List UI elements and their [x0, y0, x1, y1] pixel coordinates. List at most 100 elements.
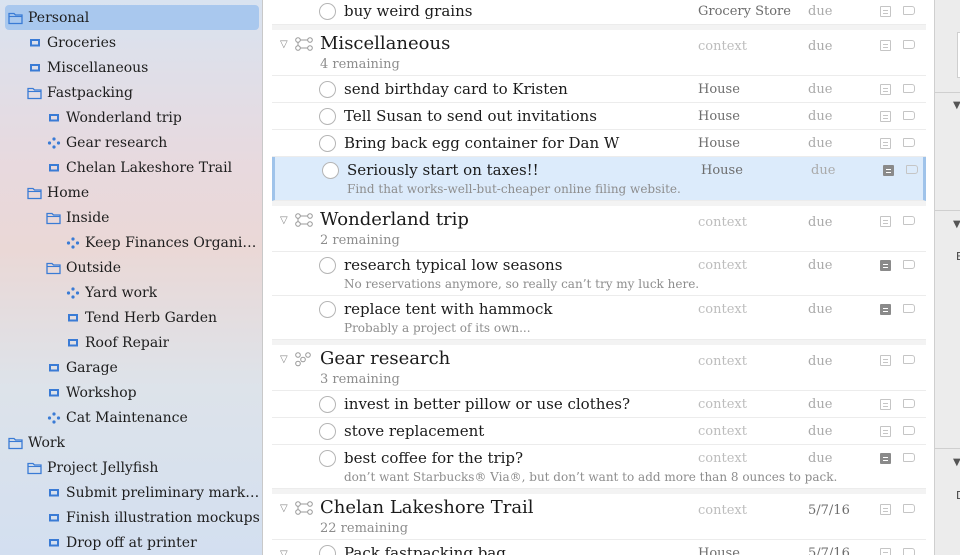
context-field[interactable]: House	[698, 546, 740, 555]
project-title[interactable]: Gear research	[320, 348, 450, 369]
sidebar-item[interactable]: Finish illustration mockups	[0, 505, 262, 530]
due-field[interactable]: due	[808, 354, 832, 369]
due-field[interactable]: due	[808, 215, 832, 230]
note-icon[interactable]	[880, 453, 891, 464]
disclosure-triangle-icon[interactable]: ▽	[280, 39, 288, 50]
note-icon[interactable]	[880, 304, 891, 315]
disclosure-triangle-icon[interactable]: ▽	[280, 549, 288, 555]
checkbox-circle[interactable]	[319, 301, 336, 318]
checkbox-circle[interactable]	[319, 3, 336, 20]
note-icon[interactable]	[880, 6, 891, 17]
context-field[interactable]: context	[698, 258, 747, 273]
sidebar-item[interactable]: Yard work	[0, 280, 262, 305]
due-field[interactable]: due	[808, 82, 832, 97]
project-row[interactable]: ▽ Wonderland trip 2 remaining context due	[272, 206, 926, 252]
sidebar-item[interactable]: Gear research	[0, 130, 262, 155]
flag-icon[interactable]	[903, 426, 915, 435]
project-title[interactable]: Wonderland trip	[320, 209, 469, 230]
sidebar-item[interactable]: Chelan Lakeshore Trail	[0, 155, 262, 180]
due-field[interactable]: due	[808, 109, 832, 124]
note-icon[interactable]	[880, 260, 891, 271]
due-field[interactable]: due	[808, 136, 832, 151]
project-title[interactable]: Miscellaneous	[320, 33, 450, 54]
task-title[interactable]: invest in better pillow or use clothes?	[344, 395, 630, 413]
due-field[interactable]: due	[808, 302, 832, 317]
flag-icon[interactable]	[906, 165, 918, 174]
checkbox-circle[interactable]	[319, 108, 336, 125]
task-row[interactable]: ▽ Pack fastpacking bag House 5/7/16	[272, 540, 926, 555]
sidebar-item[interactable]: Submit preliminary marketing...	[0, 480, 262, 505]
sidebar-item[interactable]: Tend Herb Garden	[0, 305, 262, 330]
sidebar-item[interactable]: Roof Repair	[0, 330, 262, 355]
due-field[interactable]: 5/7/16	[808, 546, 850, 555]
flag-icon[interactable]	[903, 84, 915, 93]
sidebar-item[interactable]: Workshop	[0, 380, 262, 405]
task-row[interactable]: send birthday card to Kristen House due	[272, 76, 926, 103]
task-title[interactable]: Bring back egg container for Dan W	[344, 134, 619, 152]
sidebar-item[interactable]: Wonderland trip	[0, 105, 262, 130]
disclosure-triangle-icon[interactable]: ▽	[280, 503, 288, 514]
note-icon[interactable]	[880, 399, 891, 410]
task-row[interactable]: invest in better pillow or use clothes? c…	[272, 391, 926, 418]
context-field[interactable]: context	[698, 354, 747, 369]
task-row[interactable]: stove replacement context due	[272, 418, 926, 445]
checkbox-circle[interactable]	[322, 162, 339, 179]
note-icon[interactable]	[880, 138, 891, 149]
flag-icon[interactable]	[903, 355, 915, 364]
note-icon[interactable]	[880, 40, 891, 51]
flag-icon[interactable]	[903, 399, 915, 408]
note-icon[interactable]	[883, 165, 894, 176]
sidebar-item[interactable]: Fastpacking	[0, 80, 262, 105]
flag-icon[interactable]	[903, 6, 915, 15]
task-title[interactable]: replace tent with hammock	[344, 300, 552, 318]
disclosure-triangle-icon[interactable]: ▼	[953, 219, 960, 230]
checkbox-circle[interactable]	[319, 423, 336, 440]
project-row[interactable]: ▽ Gear research 3 remaining context due	[272, 345, 926, 391]
flag-icon[interactable]	[903, 138, 915, 147]
project-title[interactable]: Chelan Lakeshore Trail	[320, 497, 534, 518]
context-field[interactable]: context	[698, 451, 747, 466]
sidebar-item[interactable]: Personal	[5, 5, 259, 30]
flag-icon[interactable]	[903, 40, 915, 49]
task-row[interactable]: research typical low seasons No reservati…	[272, 252, 926, 296]
flag-icon[interactable]	[903, 548, 915, 555]
task-title[interactable]: Tell Susan to send out invitations	[344, 107, 597, 125]
context-field[interactable]: context	[698, 424, 747, 439]
note-icon[interactable]	[880, 84, 891, 95]
task-title[interactable]: stove replacement	[344, 422, 484, 440]
task-row[interactable]: Bring back egg container for Dan W House d…	[272, 130, 926, 157]
task-title[interactable]: Seriously start on taxes!!	[347, 161, 539, 179]
context-field[interactable]: House	[701, 163, 743, 178]
context-field[interactable]: Grocery Store	[698, 4, 791, 19]
disclosure-triangle-icon[interactable]: ▼	[953, 100, 960, 111]
note-icon[interactable]	[880, 548, 891, 555]
checkbox-circle[interactable]	[319, 450, 336, 467]
task-title[interactable]: send birthday card to Kristen	[344, 80, 568, 98]
sidebar-item[interactable]: Home	[0, 180, 262, 205]
checkbox-circle[interactable]	[319, 396, 336, 413]
context-field[interactable]: context	[698, 503, 747, 518]
flag-icon[interactable]	[903, 111, 915, 120]
task-row[interactable]: buy weird grains Grocery Store due	[272, 0, 926, 25]
due-field[interactable]: 5/7/16	[808, 503, 850, 518]
task-title[interactable]: best coffee for the trip?	[344, 449, 523, 467]
checkbox-circle[interactable]	[319, 135, 336, 152]
sidebar-item[interactable]: Garage	[0, 355, 262, 380]
context-field[interactable]: House	[698, 136, 740, 151]
sidebar-item[interactable]: Cat Maintenance	[0, 405, 262, 430]
project-row[interactable]: ▽ Miscellaneous 4 remaining context due	[272, 30, 926, 76]
sidebar-item[interactable]: Keep Finances Organized	[0, 230, 262, 255]
note-icon[interactable]	[880, 111, 891, 122]
note-icon[interactable]	[880, 504, 891, 515]
due-field[interactable]: due	[808, 4, 832, 19]
task-row[interactable]: best coffee for the trip? don’t want Star…	[272, 445, 926, 489]
context-field[interactable]: context	[698, 302, 747, 317]
task-title[interactable]: research typical low seasons	[344, 256, 562, 274]
task-title[interactable]: buy weird grains	[344, 2, 472, 20]
due-field[interactable]: due	[808, 424, 832, 439]
task-row[interactable]: replace tent with hammock Probably a proj…	[272, 296, 926, 340]
sidebar-item[interactable]: Drop off at printer	[0, 530, 262, 555]
context-field[interactable]: House	[698, 109, 740, 124]
note-icon[interactable]	[880, 355, 891, 366]
due-field[interactable]: due	[808, 451, 832, 466]
